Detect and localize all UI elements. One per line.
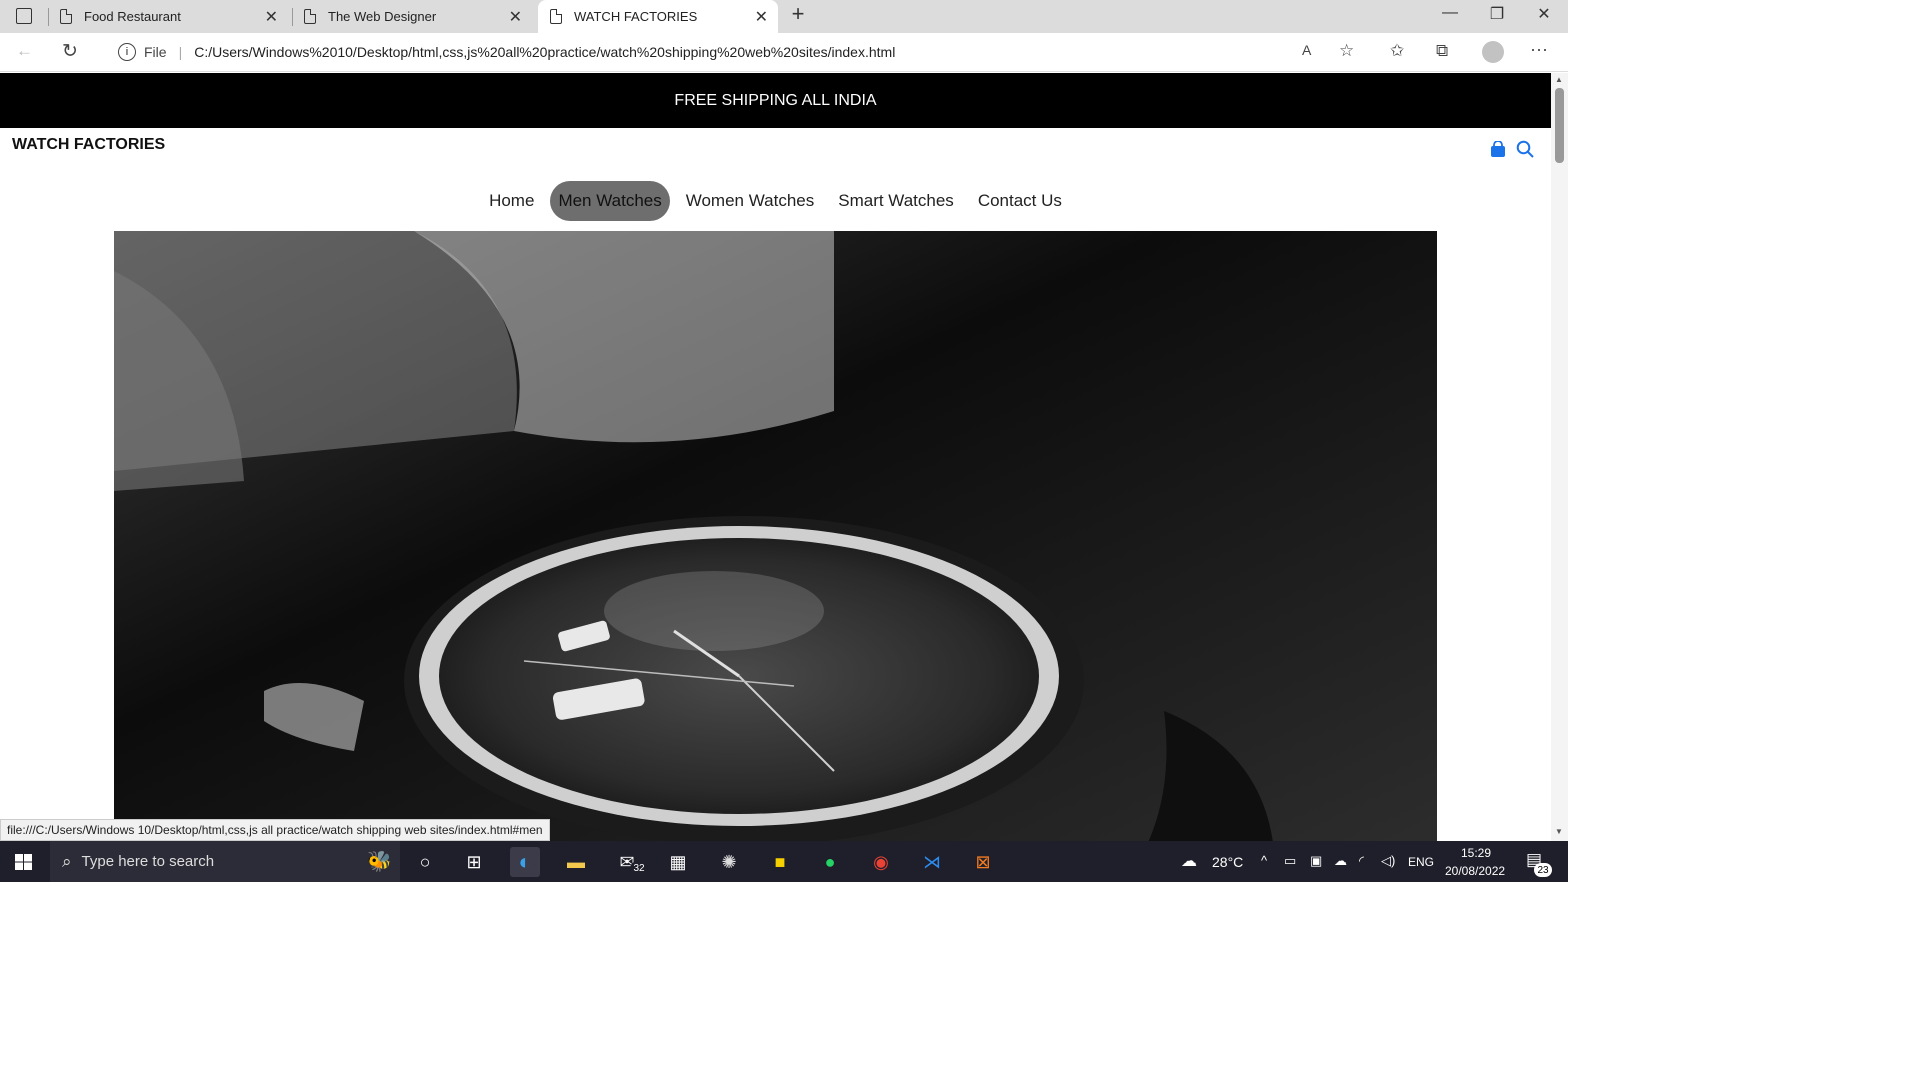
page-icon [550, 9, 562, 24]
wifi-icon[interactable]: ◜ [1359, 853, 1364, 869]
search-icon[interactable] [1516, 140, 1534, 158]
close-icon[interactable]: ✕ [265, 7, 278, 27]
new-tab-icon[interactable]: + [784, 1, 812, 27]
tab-food-restaurant[interactable]: Food Restaurant ✕ [60, 0, 288, 33]
nav-men-watches[interactable]: Men Watches [550, 181, 670, 221]
address-divider: | [178, 44, 183, 60]
refresh-icon[interactable]: ↻ [62, 40, 78, 63]
tray-expand-icon[interactable]: ^ [1261, 853, 1267, 868]
read-aloud-icon[interactable]: A [1302, 42, 1311, 58]
watch-photo-icon [114, 231, 1437, 841]
task-view-icon[interactable]: ⊞ [459, 847, 489, 877]
tab-separator [292, 8, 293, 26]
windows-start-icon[interactable] [15, 854, 32, 870]
search-icon: ⌕ [62, 851, 72, 871]
whatsapp-icon[interactable]: ● [815, 847, 845, 877]
address-bar-row: ← ↻ i File | C:/Users/Windows%2010/Deskt… [0, 33, 1568, 72]
windows-taskbar: ⌕ Type here to search 🐝 ○ ⊞ ◐ ▬ ✉ 32 ▦ ✺… [0, 841, 1568, 882]
vscode-icon[interactable]: ⋊ [917, 847, 947, 877]
taskbar-search-box[interactable]: ⌕ Type here to search 🐝 [50, 841, 400, 882]
collections-icon[interactable]: ⧉ [1436, 41, 1448, 61]
language-indicator[interactable]: ENG [1408, 855, 1434, 869]
clock-date[interactable]: 20/08/2022 [1445, 864, 1505, 878]
scroll-down-icon[interactable]: ▼ [1555, 827, 1563, 836]
cortana-icon[interactable]: ○ [410, 847, 440, 877]
search-highlight-icon: 🐝 [367, 851, 392, 873]
edge-icon[interactable]: ◐ [510, 847, 540, 877]
page-scrollbar[interactable]: ▲ ▼ [1551, 73, 1568, 841]
shopping-bag-icon[interactable] [1490, 140, 1506, 157]
url-text[interactable]: C:/Users/Windows%2010/Desktop/html,css,j… [194, 44, 895, 60]
sticky-notes-icon[interactable]: ■ [765, 847, 795, 877]
add-favorite-icon[interactable]: ☆ [1339, 41, 1354, 61]
page-icon [60, 9, 72, 24]
search-placeholder: Type here to search [81, 853, 215, 870]
settings-gear-icon[interactable]: ✺ [714, 847, 744, 877]
link-status-bar: file:///C:/Users/Windows 10/Desktop/html… [0, 819, 550, 841]
scrollbar-thumb[interactable] [1555, 88, 1564, 163]
notification-count: 23 [1534, 863, 1552, 877]
close-window-icon[interactable]: ✕ [1530, 4, 1558, 24]
minimize-icon[interactable]: — [1436, 4, 1464, 22]
close-icon[interactable]: ✕ [755, 7, 768, 27]
tab-title: Food Restaurant [84, 9, 181, 24]
main-nav: Home Men Watches Women Watches Smart Wat… [0, 181, 1551, 221]
tab-title: The Web Designer [328, 9, 437, 24]
tab-actions-icon[interactable] [16, 8, 32, 24]
chrome-icon[interactable]: ◉ [866, 847, 896, 877]
address-bar[interactable]: i File | C:/Users/Windows%2010/Desktop/h… [104, 36, 1366, 68]
info-icon[interactable]: i [118, 43, 136, 61]
restore-icon[interactable]: ❐ [1483, 4, 1511, 24]
volume-icon[interactable]: ◁) [1381, 853, 1395, 869]
weather-temperature[interactable]: 28°C [1212, 854, 1243, 870]
promo-banner: FREE SHIPPING ALL INDIA [0, 73, 1551, 128]
site-brand[interactable]: WATCH FACTORIES [12, 136, 165, 154]
store-icon[interactable]: ▦ [663, 847, 693, 877]
tab-web-designer[interactable]: The Web Designer ✕ [304, 0, 532, 33]
meet-now-icon[interactable]: ▣ [1310, 853, 1322, 869]
address-scheme-label: File [144, 44, 167, 60]
more-menu-icon[interactable]: ··· [1530, 39, 1548, 60]
back-icon[interactable]: ← [16, 41, 33, 61]
nav-women-watches[interactable]: Women Watches [678, 181, 823, 221]
mail-badge: 32 [630, 861, 648, 876]
scroll-up-icon[interactable]: ▲ [1555, 75, 1563, 84]
weather-icon[interactable]: ☁ [1181, 851, 1197, 871]
file-explorer-icon[interactable]: ▬ [561, 847, 591, 877]
nav-smart-watches[interactable]: Smart Watches [830, 181, 962, 221]
promo-text: FREE SHIPPING ALL INDIA [674, 91, 877, 109]
page-icon [304, 9, 316, 24]
close-icon[interactable]: ✕ [509, 7, 522, 27]
tab-watch-factories[interactable]: WATCH FACTORIES ✕ [538, 0, 778, 33]
browser-tab-bar: Food Restaurant ✕ The Web Designer ✕ WAT… [0, 0, 1568, 33]
nav-contact-us[interactable]: Contact Us [970, 181, 1070, 221]
profile-avatar[interactable] [1482, 41, 1504, 63]
battery-icon[interactable]: ▭ [1284, 853, 1296, 869]
onedrive-icon[interactable]: ☁ [1334, 853, 1347, 869]
clock-time[interactable]: 15:29 [1461, 846, 1491, 860]
nav-home[interactable]: Home [481, 181, 542, 221]
favorites-icon[interactable]: ✩ [1390, 41, 1404, 61]
tab-separator [48, 8, 49, 26]
xampp-icon[interactable]: ⊠ [968, 847, 998, 877]
tab-title: WATCH FACTORIES [574, 9, 698, 24]
hero-watch-image [114, 231, 1437, 841]
web-page: FREE SHIPPING ALL INDIA WATCH FACTORIES … [0, 73, 1551, 841]
screen: Food Restaurant ✕ The Web Designer ✕ WAT… [0, 0, 1568, 882]
